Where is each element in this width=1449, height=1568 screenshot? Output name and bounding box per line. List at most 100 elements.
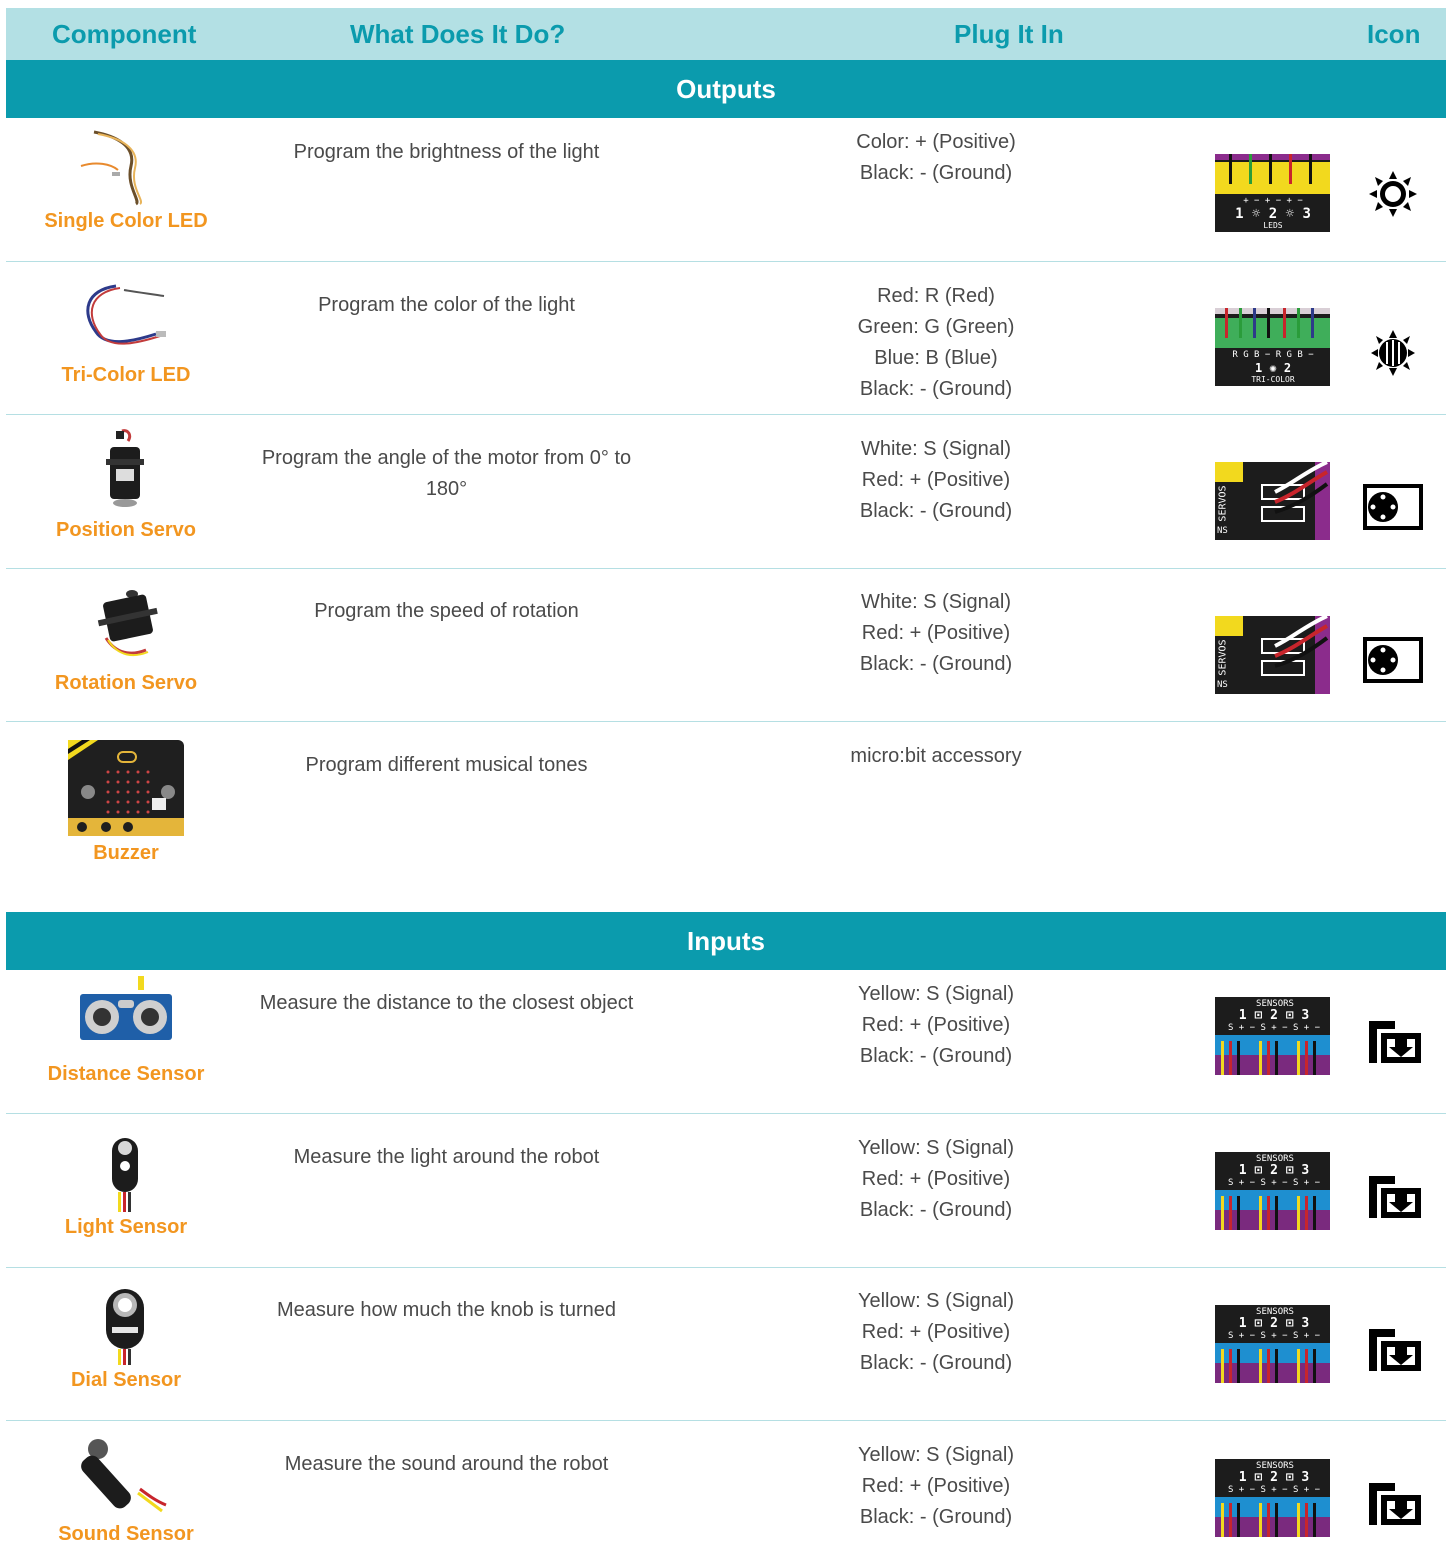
- sensors-port-image: SENSORS 1 ⊡ 2 ⊡ 3 S + − S + − S + −: [1215, 1305, 1330, 1383]
- plug-line: Green: G (Green): [857, 316, 1015, 338]
- component-name: Dial Sensor: [70, 1369, 182, 1391]
- section-inputs: Inputs: [6, 912, 1446, 970]
- plug-line: Red: + (Positive): [861, 1014, 1011, 1036]
- table-row: Position Servo Program the angle of the …: [6, 415, 1446, 569]
- led-sun-icon: [1369, 171, 1417, 217]
- sensor-input-icon: [1369, 1021, 1421, 1063]
- plug-instructions: Yellow: S (Signal) Red: + (Positive) Bla…: [806, 979, 1066, 1072]
- header-icon: Icon: [1367, 19, 1421, 49]
- board-label: 1 ☼ 2 ☼ 3: [1235, 206, 1311, 222]
- plug-line: Yellow: S (Signal): [857, 1137, 1014, 1159]
- plug-line: Black: - (Ground): [859, 1352, 1013, 1374]
- table-row: Light Sensor Measure the light around th…: [6, 1114, 1446, 1268]
- board-label: S + − S + − S + −: [1227, 1331, 1321, 1341]
- component-description: Measure the light around the robot: [293, 1146, 600, 1168]
- board-label: 1 ⊡ 2 ⊡ 3: [1238, 1163, 1310, 1178]
- table-header: [6, 8, 1446, 60]
- tri-color-port-image: R G B − R G B − 1 ✺ 2 TRI-COLOR: [1215, 308, 1330, 386]
- servo-icon: [1363, 637, 1423, 683]
- plug-instructions: Yellow: S (Signal) Red: + (Positive) Bla…: [806, 1440, 1066, 1533]
- component-name: Sound Sensor: [58, 1523, 194, 1545]
- sensors-port-image: SENSORS 1 ⊡ 2 ⊡ 3 S + − S + − S + −: [1215, 997, 1330, 1075]
- sensor-input-icon: [1369, 1176, 1421, 1218]
- plug-instructions: micro:bit accessory: [806, 741, 1066, 772]
- table-row: Single Color LED Program the brightness …: [6, 118, 1446, 262]
- table-row: Buzzer Program different musical tones m…: [6, 722, 1446, 912]
- component-name: Single Color LED: [44, 210, 208, 232]
- plug-line: Color: + (Positive): [856, 131, 1016, 153]
- component-name: Tri-Color LED: [61, 364, 191, 386]
- board-label: + − + − + −: [1243, 196, 1303, 206]
- sensor-input-icon: [1369, 1329, 1421, 1371]
- single-color-led-image: [80, 130, 143, 206]
- sensor-input-icon: [1369, 1483, 1421, 1525]
- plug-instructions: White: S (Signal) Red: + (Positive) Blac…: [806, 587, 1066, 680]
- plug-line: Black: - (Ground): [859, 162, 1013, 184]
- component-name: Rotation Servo: [54, 672, 198, 694]
- component-description: Measure the distance to the closest obje…: [259, 992, 634, 1014]
- board-label: 1 ✺ 2: [1254, 361, 1292, 375]
- board-label: R G B − R G B −: [1232, 350, 1314, 360]
- microbit-image: [68, 740, 184, 836]
- plug-instructions: Red: R (Red) Green: G (Green) Blue: B (B…: [806, 281, 1066, 405]
- plug-line: White: S (Signal): [860, 591, 1012, 613]
- table-row: Rotation Servo Program the speed of rota…: [6, 568, 1446, 722]
- plug-line: Red: + (Positive): [861, 1168, 1011, 1190]
- plug-line: Yellow: S (Signal): [857, 1444, 1014, 1466]
- board-label: 1 ⊡ 2 ⊡ 3: [1238, 1316, 1310, 1331]
- board-label: TRI-COLOR: [1251, 375, 1295, 384]
- plug-instructions: Color: + (Positive) Black: - (Ground): [806, 127, 1066, 189]
- header-component: Component: [52, 19, 197, 49]
- plug-instructions: White: S (Signal) Red: + (Positive) Blac…: [806, 434, 1066, 527]
- header-what: What Does It Do?: [350, 19, 566, 49]
- component-name: Distance Sensor: [47, 1063, 205, 1085]
- plug-line: micro:bit accessory: [850, 745, 1022, 767]
- tri-color-led-icon: [1371, 330, 1415, 376]
- table-row: Distance Sensor Measure the distance to …: [6, 970, 1446, 1114]
- rotation-servo-image: [97, 590, 158, 657]
- board-label: NS: [1217, 526, 1228, 536]
- board-label: S + − S + − S + −: [1227, 1023, 1321, 1033]
- table-row: Sound Sensor Measure the sound around th…: [6, 1421, 1446, 1568]
- plug-line: Black: - (Ground): [859, 1506, 1013, 1528]
- component-description: Program the angle of the motor from 0° t…: [261, 447, 632, 500]
- plug-line: Red: + (Positive): [861, 1475, 1011, 1497]
- plug-line: Black: - (Ground): [859, 378, 1013, 400]
- servos-port-image: SERVOS NS: [1215, 462, 1330, 540]
- section-outputs: Outputs: [6, 60, 1446, 118]
- component-description: Program the color of the light: [318, 294, 575, 316]
- board-label: SERVOS: [1217, 485, 1229, 522]
- board-label: S + − S + − S + −: [1227, 1485, 1321, 1495]
- board-label: LEDS: [1263, 221, 1283, 230]
- sound-sensor-image: [81, 1439, 167, 1513]
- board-label: NS: [1217, 680, 1228, 690]
- plug-line: Yellow: S (Signal): [857, 983, 1014, 1005]
- plug-line: Black: - (Ground): [859, 1199, 1013, 1221]
- plug-line: Black: - (Ground): [859, 1045, 1013, 1067]
- plug-line: White: S (Signal): [860, 438, 1012, 460]
- header-plug: Plug It In: [954, 19, 1064, 49]
- sensors-port-image: SENSORS 1 ⊡ 2 ⊡ 3 S + − S + − S + −: [1215, 1459, 1330, 1537]
- component-description: Program the speed of rotation: [314, 600, 579, 622]
- board-label: 1 ⊡ 2 ⊡ 3: [1238, 1008, 1310, 1023]
- table-row: Dial Sensor Measure how much the knob is…: [6, 1267, 1446, 1421]
- component-description: Measure how much the knob is turned: [276, 1299, 617, 1321]
- dial-sensor-image: [106, 1289, 144, 1365]
- plug-line: Red: + (Positive): [861, 1321, 1011, 1343]
- servos-port-image: SERVOS NS: [1215, 616, 1330, 694]
- servo-icon: [1363, 484, 1423, 530]
- plug-line: Red: R (Red): [877, 285, 995, 307]
- plug-line: Yellow: S (Signal): [857, 1290, 1014, 1312]
- board-label: 1 ⊡ 2 ⊡ 3: [1238, 1470, 1310, 1485]
- component-name: Buzzer: [93, 842, 159, 864]
- plug-line: Black: - (Ground): [859, 653, 1013, 675]
- plug-instructions: Yellow: S (Signal) Red: + (Positive) Bla…: [806, 1133, 1066, 1226]
- light-sensor-image: [112, 1138, 138, 1212]
- component-description: Program the brightness of the light: [293, 141, 600, 163]
- board-label: S + − S + − S + −: [1227, 1178, 1321, 1188]
- plug-instructions: Yellow: S (Signal) Red: + (Positive) Bla…: [806, 1286, 1066, 1379]
- plug-line: Black: - (Ground): [859, 500, 1013, 522]
- component-description: Program different musical tones: [305, 754, 588, 776]
- table-row: Tri-Color LED Program the color of the l…: [6, 262, 1446, 415]
- component-name: Position Servo: [55, 519, 197, 541]
